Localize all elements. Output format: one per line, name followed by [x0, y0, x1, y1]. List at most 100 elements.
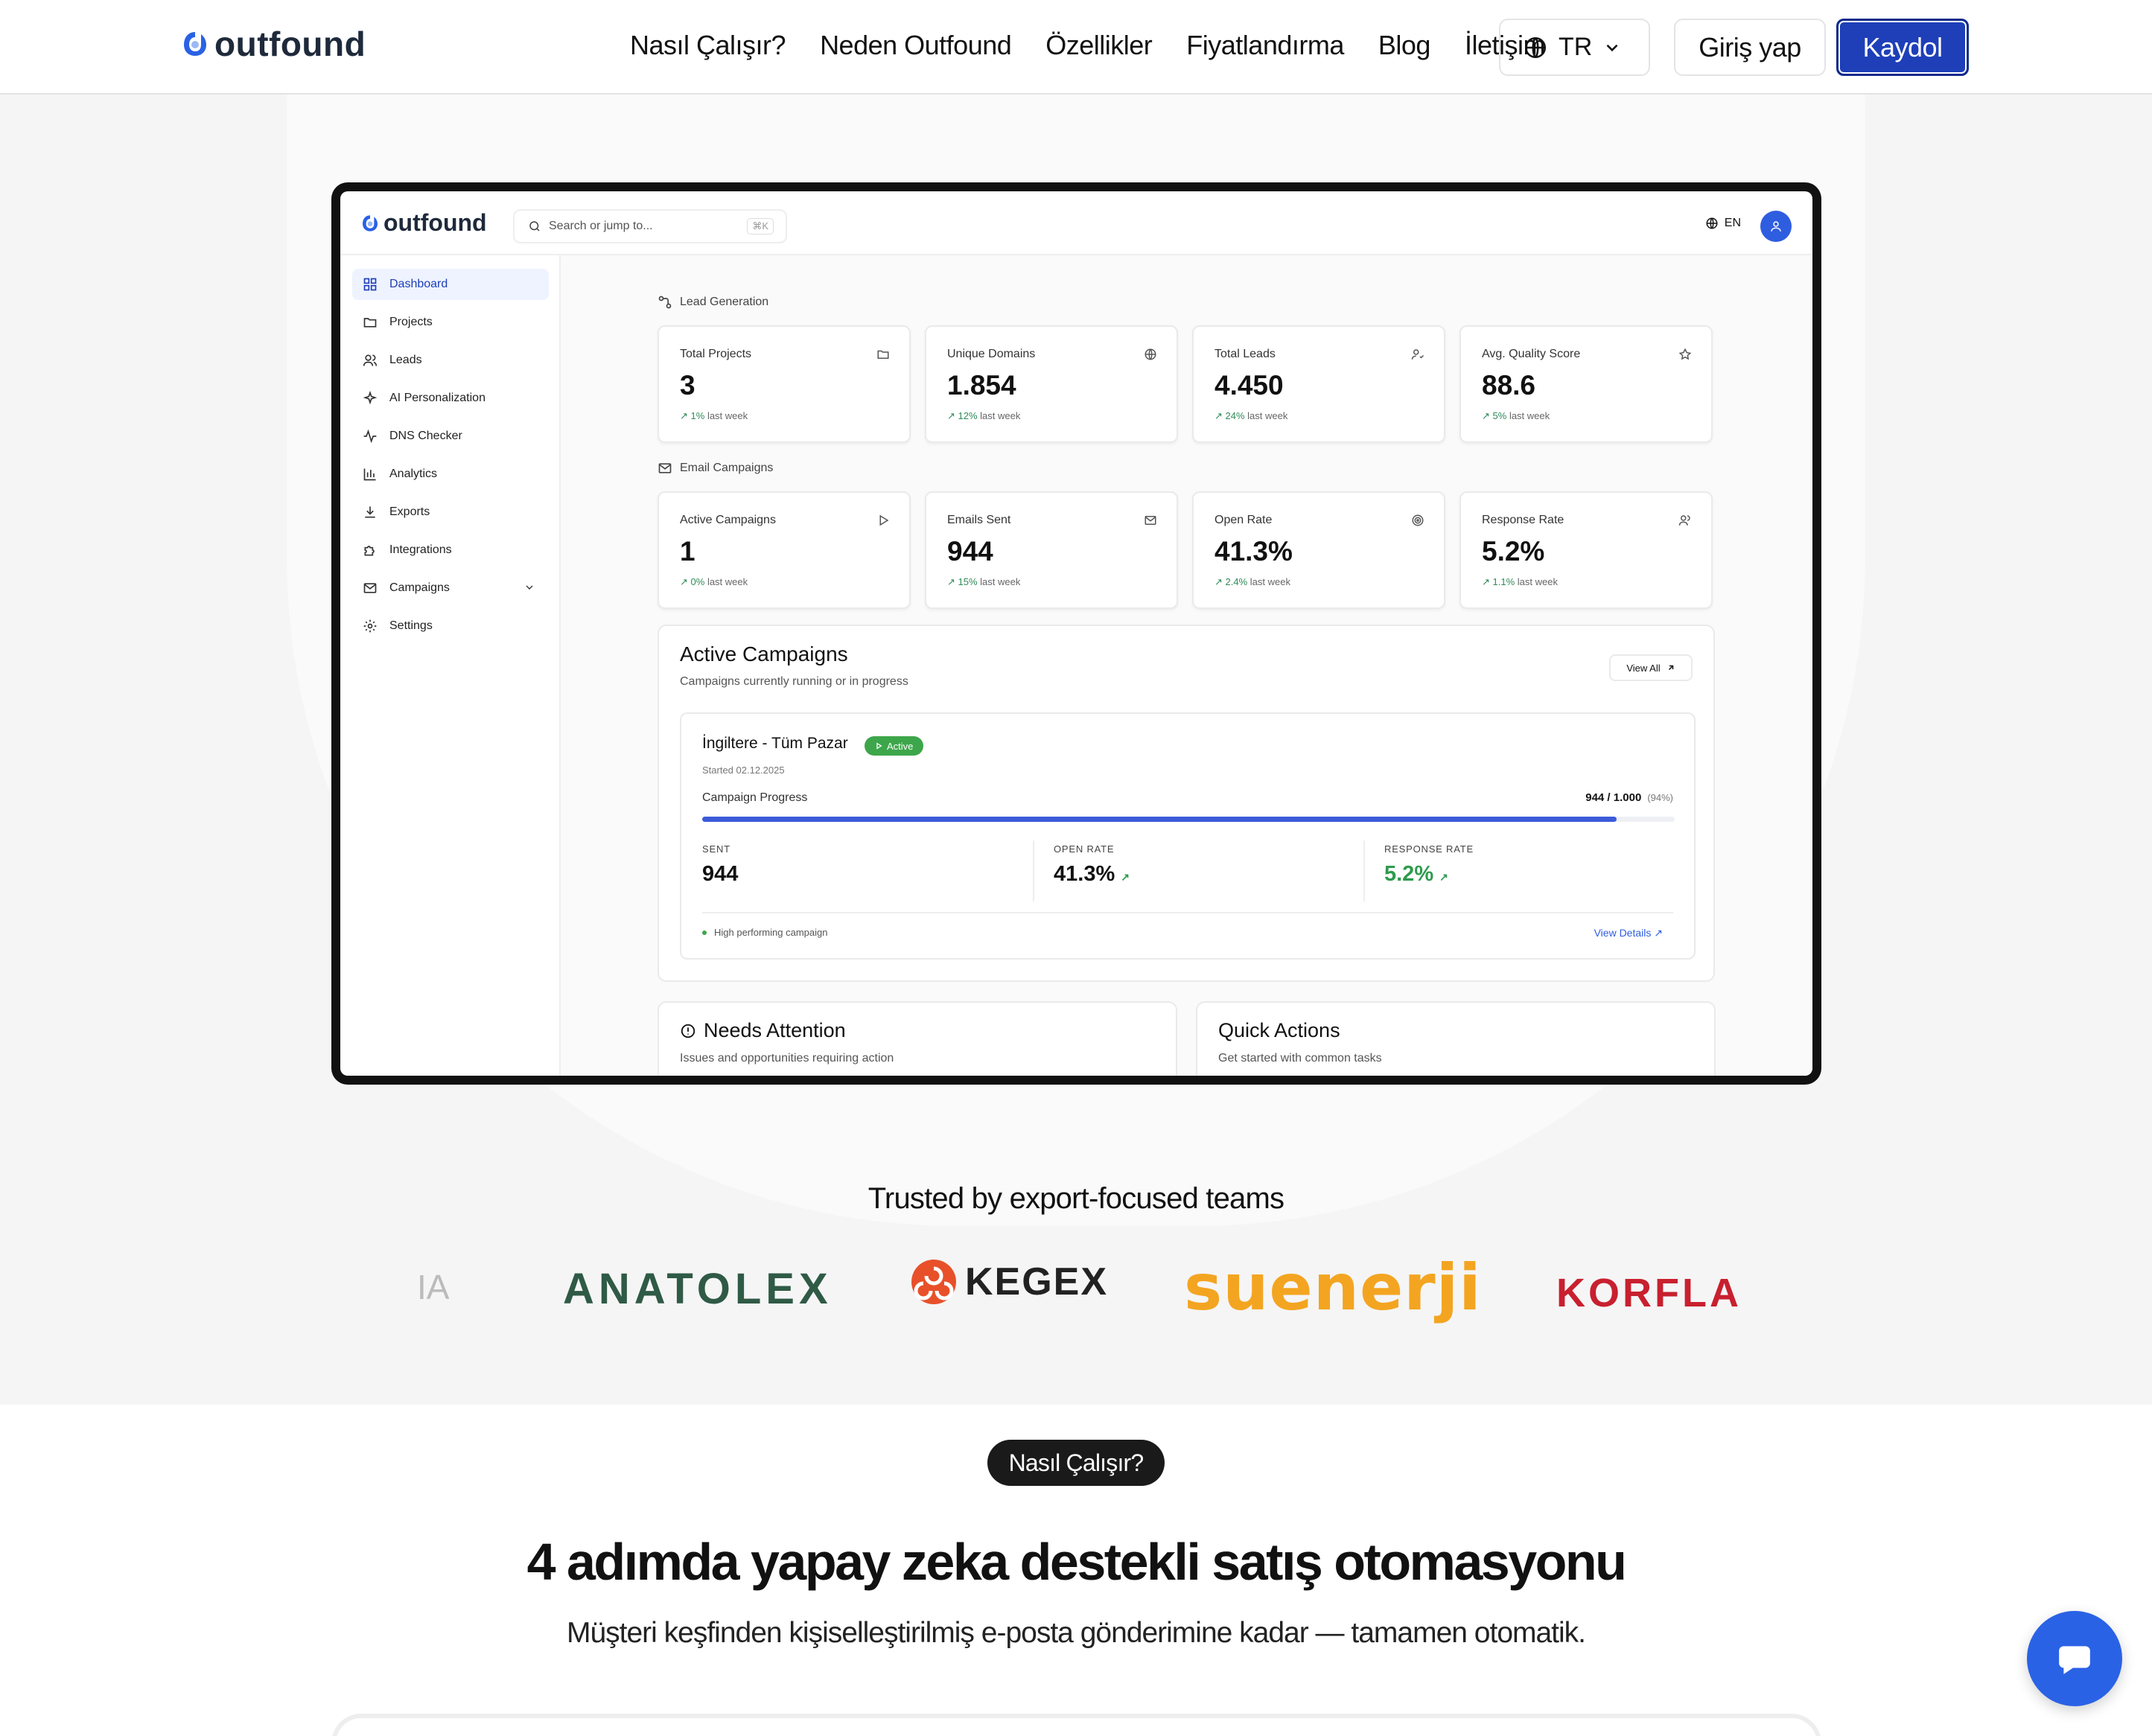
sidebar-item-label: Settings [389, 619, 433, 632]
metric-response-rate: RESPONSE RATE 5.2% ↗ [1384, 843, 1474, 886]
client-logo-suenerji: suenerji [1184, 1251, 1482, 1325]
brand-name: outfound [214, 25, 366, 63]
outfound-logo-icon [184, 32, 206, 56]
sidebar-item-label: Exports [389, 505, 430, 518]
target-icon [1412, 514, 1424, 526]
mail-icon [658, 463, 672, 473]
brand-logo[interactable]: outfound [182, 24, 366, 64]
sidebar-item-ai-personalization[interactable]: AI Personalization [352, 383, 549, 414]
quick-actions-card: Quick Actions Get started with common ta… [1196, 1001, 1716, 1076]
dashboard-topbar: outfound Search or jump to... ⌘K EN [340, 191, 1812, 255]
stat-card-avg-quality-score[interactable]: Avg. Quality Score 88.6 ↗ 5% last week [1459, 325, 1713, 443]
progress-label: Campaign Progress [702, 791, 808, 804]
quick-actions-title: Quick Actions [1218, 1019, 1340, 1041]
section-subheading: Müşteri keşfinden kişiselleştirilmiş e-p… [566, 1617, 1586, 1649]
dashboard-brand-name: outfound [383, 209, 487, 236]
workflow-icon [658, 296, 672, 309]
stat-card-total-projects[interactable]: Total Projects 3 ↗ 1% last week [658, 325, 911, 443]
stat-card-emails-sent[interactable]: Emails Sent 944 ↗ 15% last week [925, 491, 1178, 609]
user-check-icon [1411, 349, 1424, 360]
sidebar-item-leads[interactable]: Leads [352, 345, 549, 376]
user-avatar[interactable] [1760, 211, 1792, 242]
search-icon [529, 221, 540, 232]
sidebar-item-dns-checker[interactable]: DNS Checker [352, 421, 549, 452]
gear-icon [363, 619, 377, 633]
client-logo-kegex: KEGEX [910, 1258, 1108, 1306]
star-icon [1678, 348, 1692, 360]
nav-how-it-works[interactable]: Nasıl Çalışır? [630, 30, 786, 61]
campaign-item[interactable]: İngiltere - Tüm Pazar Active Started 02.… [680, 712, 1696, 960]
stat-value: 41.3% [1215, 536, 1293, 567]
metric-sent: SENT 944 [702, 843, 739, 886]
stat-delta: ↗ 12% last week [947, 410, 1021, 421]
language-selector[interactable]: TR [1499, 19, 1650, 76]
dashboard-logo: outfound [361, 209, 487, 237]
how-it-works-pill[interactable]: Nasıl Çalışır? [987, 1440, 1165, 1486]
campaign-start-date: Started 02.12.2025 [702, 765, 785, 776]
sparkles-icon [363, 391, 378, 405]
language-code: TR [1559, 33, 1593, 61]
play-icon [876, 742, 882, 750]
needs-attention-title: Needs Attention [680, 1019, 846, 1042]
steps-card-preview [331, 1714, 1821, 1736]
section-heading: 4 adımda yapay zeka destekli satış otoma… [526, 1533, 1627, 1591]
metric-open-rate: OPEN RATE 41.3% ↗ [1054, 843, 1130, 886]
stat-card-unique-domains[interactable]: Unique Domains 1.854 ↗ 12% last week [925, 325, 1178, 443]
sidebar-item-label: Campaigns [389, 581, 450, 594]
sidebar-item-settings[interactable]: Settings [352, 610, 549, 642]
sidebar-item-projects[interactable]: Projects [352, 307, 549, 338]
chat-bubble-icon [2059, 1646, 2090, 1674]
sidebar-item-integrations[interactable]: Integrations [352, 534, 549, 566]
stat-value: 3 [680, 370, 695, 401]
stat-value: 1 [680, 536, 695, 567]
stat-card-total-leads[interactable]: Total Leads 4.450 ↗ 24% last week [1192, 325, 1445, 443]
stat-title: Emails Sent [947, 514, 1011, 526]
arrow-up-right-icon [1668, 665, 1673, 671]
chat-widget-button[interactable] [2027, 1611, 2122, 1706]
stat-title: Response Rate [1482, 514, 1564, 526]
nav-pricing[interactable]: Fiyatlandırma [1186, 30, 1344, 61]
view-all-button[interactable]: View All [1609, 654, 1693, 681]
users-icon [363, 354, 378, 366]
sidebar-item-analytics[interactable]: Analytics [352, 459, 549, 490]
needs-attention-subtitle: Issues and opportunities requiring actio… [680, 1052, 894, 1065]
stat-card-open-rate[interactable]: Open Rate 41.3% ↗ 2.4% last week [1192, 491, 1445, 609]
view-details-link[interactable]: View Details ↗ [1594, 927, 1663, 939]
dashboard-language-code: EN [1724, 217, 1741, 229]
stat-title: Active Campaigns [680, 514, 776, 526]
divider [702, 912, 1673, 913]
nav-links: Nasıl Çalışır? Neden Outfound Özellikler… [630, 30, 1545, 61]
nav-features[interactable]: Özellikler [1045, 30, 1153, 61]
sidebar-item-label: Integrations [389, 543, 452, 556]
sidebar-item-dashboard[interactable]: Dashboard [352, 269, 549, 300]
login-button[interactable]: Giriş yap [1674, 19, 1826, 76]
sidebar-item-campaigns[interactable]: Campaigns [352, 572, 549, 604]
stat-value: 944 [947, 536, 993, 567]
needs-attention-card: Needs Attention Issues and opportunities… [658, 1001, 1177, 1076]
nav-blog[interactable]: Blog [1378, 30, 1431, 61]
users-icon [1678, 515, 1690, 526]
client-logo-korfla: KORFLA [1556, 1271, 1742, 1315]
quick-actions-subtitle: Get started with common tasks [1218, 1052, 1382, 1065]
lead-generation-section-label: Lead Generation [658, 295, 768, 310]
divider [1363, 840, 1365, 901]
active-campaigns-card: Active Campaigns Campaigns currently run… [658, 625, 1715, 982]
campaign-note: High performing campaign [702, 927, 827, 938]
stat-title: Open Rate [1215, 514, 1273, 526]
active-campaigns-title: Active Campaigns [680, 642, 848, 666]
search-shortcut: ⌘K [747, 218, 774, 234]
stat-delta: ↗ 15% last week [947, 576, 1021, 587]
stat-card-active-campaigns[interactable]: Active Campaigns 1 ↗ 0% last week [658, 491, 911, 609]
dashboard-language-selector[interactable]: EN [1705, 217, 1741, 230]
signup-button[interactable]: Kaydol [1836, 19, 1969, 76]
stat-card-response-rate[interactable]: Response Rate 5.2% ↗ 1.1% last week [1459, 491, 1713, 609]
campaign-progress-bar [702, 817, 1675, 822]
sidebar-item-exports[interactable]: Exports [352, 497, 549, 528]
sidebar-item-label: DNS Checker [389, 430, 462, 442]
nav-why-outfound[interactable]: Neden Outfound [820, 30, 1012, 61]
landing-page: outfound Nasıl Çalışır? Neden Outfound Ö… [0, 0, 2152, 1736]
download-icon [365, 506, 375, 518]
dashboard-search-input[interactable]: Search or jump to... ⌘K [513, 209, 787, 243]
divider [1033, 840, 1034, 901]
email-campaigns-section-label: Email Campaigns [658, 461, 773, 476]
